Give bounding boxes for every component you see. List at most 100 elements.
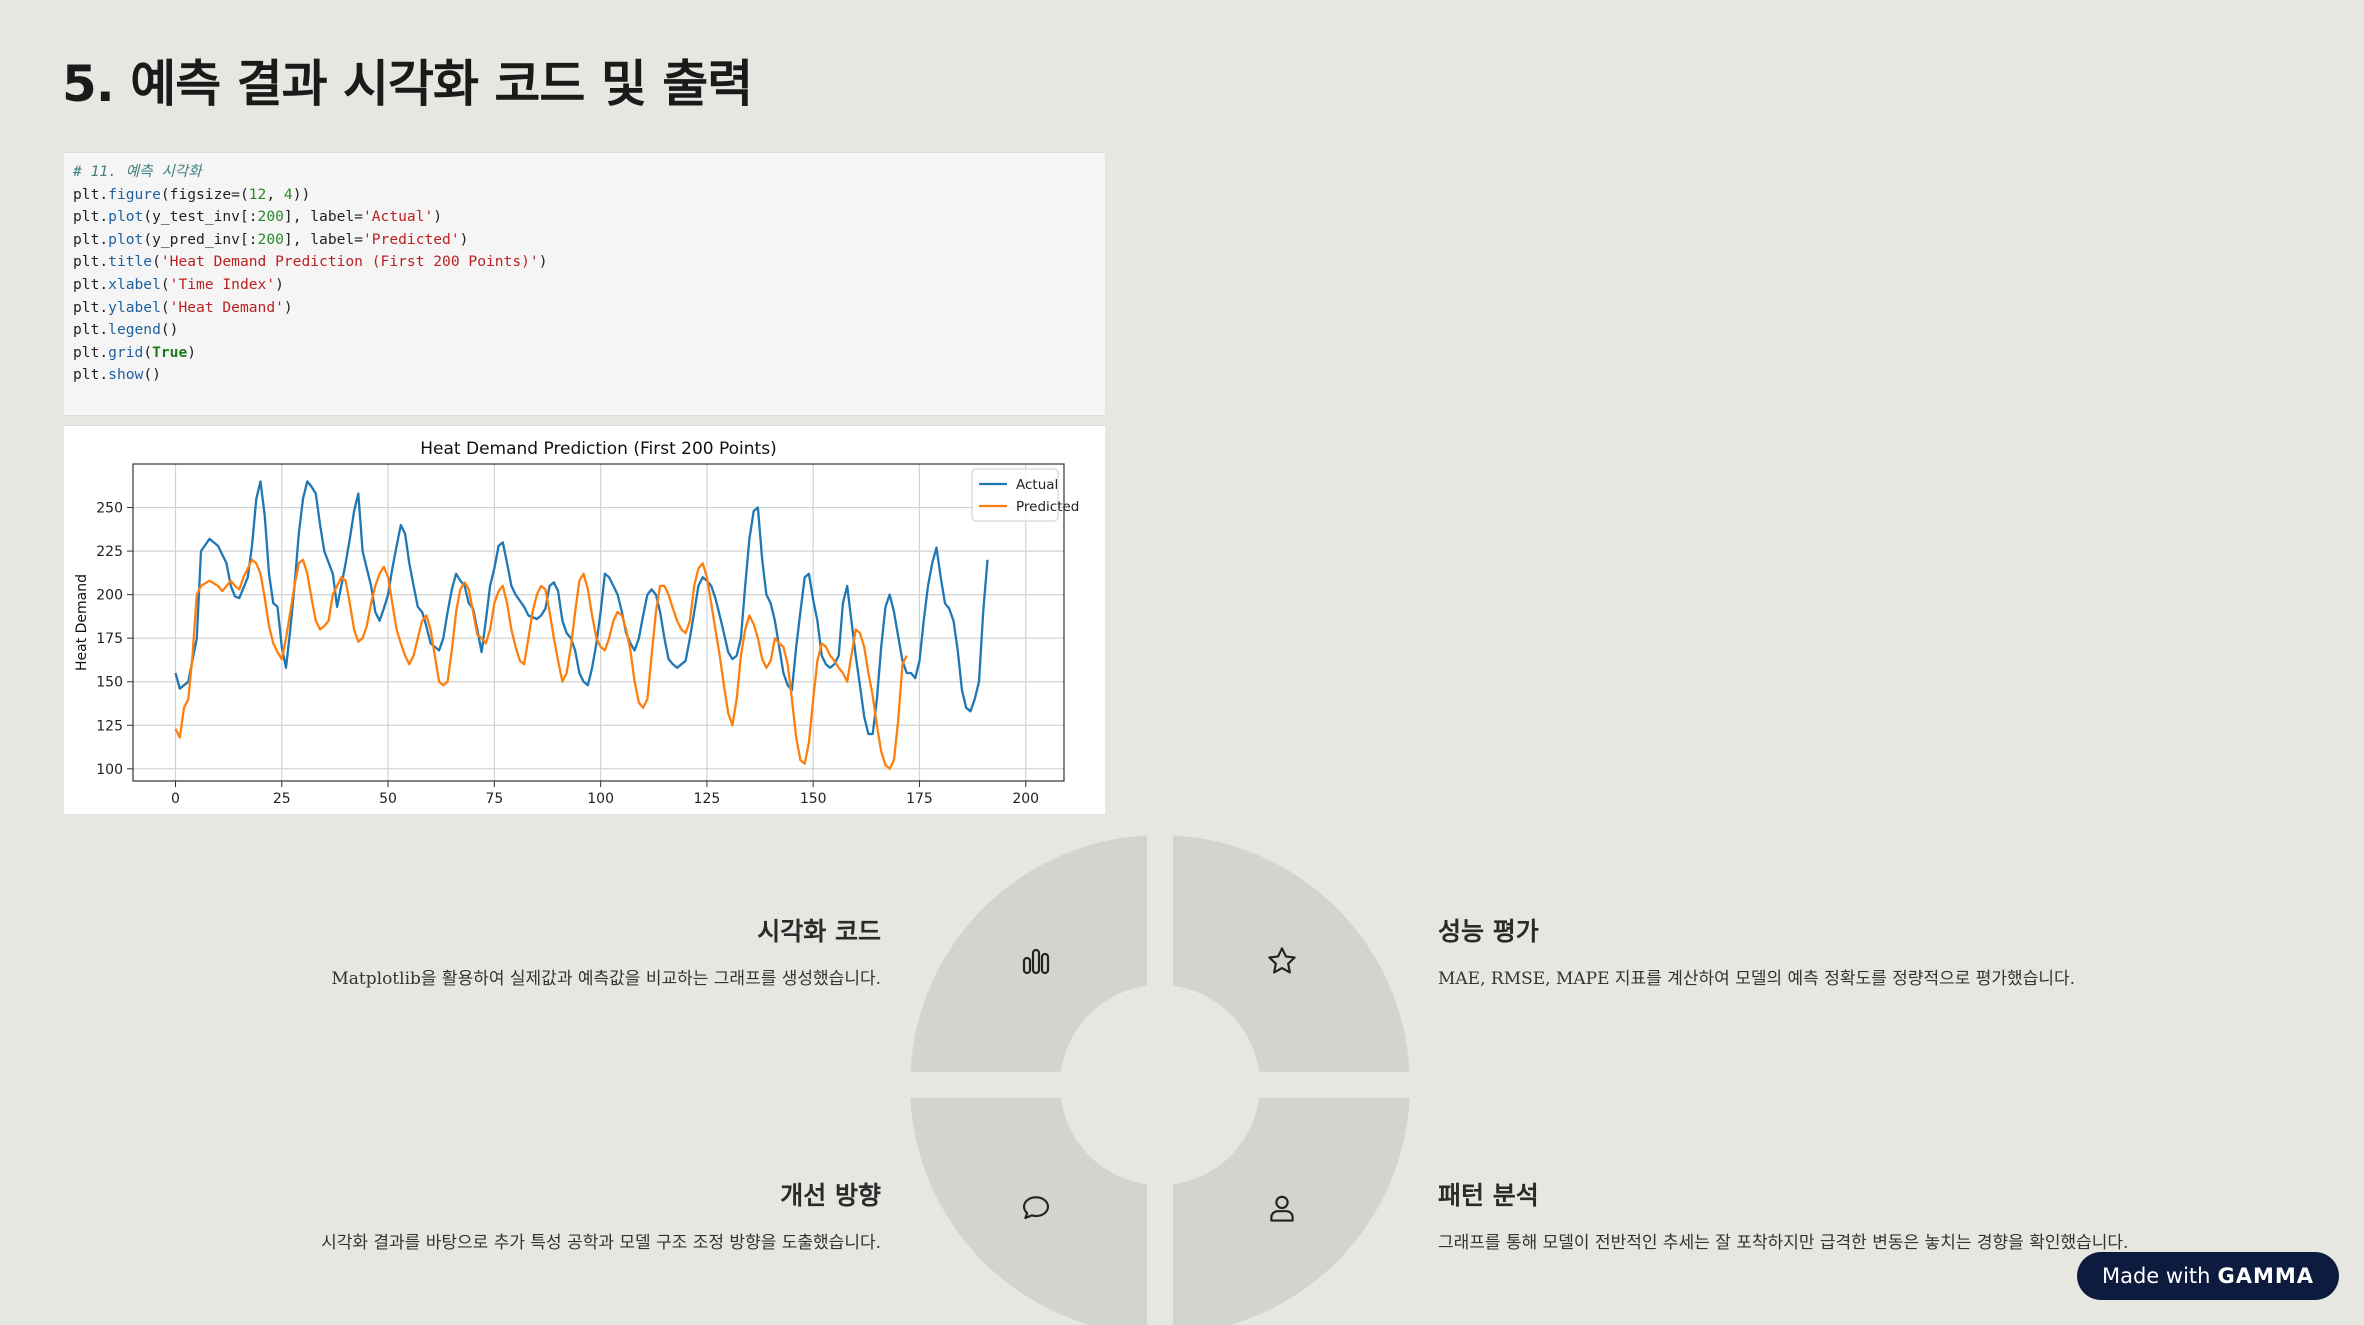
x-tick-label: 100 <box>587 791 614 807</box>
code-token: )) <box>292 185 311 203</box>
page-title: 5. 예측 결과 시각화 코드 및 출력 <box>62 55 753 113</box>
code-token: plot <box>108 230 144 248</box>
code-token: ( <box>160 298 170 316</box>
star-icon <box>1268 947 1296 974</box>
x-tick-label: 50 <box>379 791 397 807</box>
x-tick-label: 175 <box>906 791 933 807</box>
y-tick-label: 125 <box>96 718 123 734</box>
code-line: plt.xlabel('Time Index') <box>73 276 284 293</box>
code-token: show <box>108 366 144 384</box>
code-line: plt.grid(True) <box>73 344 196 361</box>
chart-title: Heat Demand Prediction (First 200 Points… <box>420 439 776 459</box>
code-token: () <box>160 321 179 339</box>
feature-wheel <box>910 835 1410 1325</box>
code-token: ) <box>538 253 548 271</box>
feature-title-evaluation: 성능 평가 <box>1438 917 1539 946</box>
gamma-logo-text: GAMMA <box>2217 1264 2314 1288</box>
code-token: 12 <box>248 185 267 203</box>
x-tick-label: 150 <box>800 791 827 807</box>
code-token: , <box>266 185 284 203</box>
feature-desc-pattern: 그래프를 통해 모델이 전반적인 추세는 잘 포착하지만 급격한 변동은 놓치는… <box>1438 1233 2129 1253</box>
code-token: ( <box>143 343 153 361</box>
code-token: plt. <box>73 208 109 226</box>
code-token: grid <box>108 343 144 361</box>
feature-title-improvement: 개선 방향 <box>780 1181 881 1210</box>
code-token: ], label= <box>283 208 363 226</box>
code-token: plt. <box>73 230 109 248</box>
code-token: figure <box>108 185 161 203</box>
code-line: plt.plot(y_test_inv[:200], label='Actual… <box>73 208 442 225</box>
y-tick-label: 150 <box>96 675 123 691</box>
feature-desc-evaluation: MAE, RMSE, MAPE 지표를 계산하여 모델의 예측 정확도를 정량적… <box>1438 969 2076 989</box>
y-tick-label: 225 <box>96 544 123 560</box>
y-tick-label: 200 <box>96 588 123 604</box>
code-token: 200 <box>257 208 284 226</box>
badge-prefix: Made with <box>2101 1264 2211 1288</box>
code-token: ) <box>459 230 469 248</box>
line-chart: 0 25 50 75 100 125 150 175 200 100 125 150 175 200 225… <box>64 426 1105 814</box>
x-tick-label: 200 <box>1012 791 1039 807</box>
code-token: 'Heat Demand' <box>169 298 284 316</box>
x-tick-label: 75 <box>485 791 503 807</box>
code-line: plt.figure(figsize=(12, 4)) <box>73 186 310 203</box>
x-tick-label: 125 <box>694 791 721 807</box>
code-line: plt.ylabel('Heat Demand') <box>73 299 293 316</box>
code-token: title <box>108 253 153 271</box>
code-line: plt.show() <box>73 366 161 383</box>
chat-bubble-icon <box>1022 1196 1050 1220</box>
code-token: xlabel <box>108 275 161 293</box>
feature-desc-improvement: 시각화 결과를 바탕으로 추가 특성 공학과 모델 구조 조정 방향을 도출했습… <box>321 1233 881 1253</box>
code-token: plt. <box>73 253 109 271</box>
chart-background <box>64 426 1105 814</box>
code-token: ) <box>275 275 284 293</box>
y-axis-label: Heat Demand <box>74 574 90 671</box>
code-line: plt.plot(y_pred_inv[:200], label='Predic… <box>73 231 468 248</box>
code-token: plot <box>108 208 144 226</box>
feature-title-pattern: 패턴 분석 <box>1438 1181 1539 1210</box>
code-token: (figsize=( <box>160 185 249 203</box>
x-tick-label: 25 <box>273 791 291 807</box>
legend-label: Predicted <box>1016 499 1079 515</box>
code-line: plt.title('Heat Demand Prediction (First… <box>73 253 548 270</box>
code-token: (y_test_inv[: <box>143 208 258 226</box>
code-token: 'Predicted' <box>362 230 460 248</box>
y-tick-label: 250 <box>96 501 123 517</box>
code-token: plt. <box>73 185 109 203</box>
code-token: ( <box>160 275 170 293</box>
wheel-ring <box>910 835 1410 1325</box>
code-token: 'Heat Demand Prediction (First 200 Point… <box>160 253 539 271</box>
code-token: ) <box>187 343 197 361</box>
y-tick-label: 175 <box>96 631 123 647</box>
made-with-gamma-badge[interactable]: Made with GAMMA <box>2077 1252 2339 1300</box>
code-token: plt. <box>73 321 109 339</box>
code-token: True <box>152 343 188 361</box>
code-token: ( <box>152 253 161 271</box>
code-token: 200 <box>257 230 284 248</box>
code-comment: # 11. 예측 시각화 <box>73 163 202 180</box>
bar-chart-icon <box>1022 948 1050 975</box>
code-token: ylabel <box>108 298 161 316</box>
code-token: 'Actual' <box>362 208 434 226</box>
code-cell: # 11. 예측 시각화 plt.figure(figsize=(12, 4))… <box>64 152 1105 416</box>
code-token: ], label= <box>283 230 363 248</box>
code-token: ) <box>283 298 293 316</box>
code-token: legend <box>108 321 161 339</box>
code-token: ) <box>433 208 443 226</box>
code-token: plt. <box>73 298 109 316</box>
code-line: plt.legend() <box>73 321 178 338</box>
code-token: plt. <box>73 366 109 384</box>
feature-desc-visualization: Matplotlib을 활용하여 실제값과 예측값을 비교하는 그래프를 생성했… <box>331 969 881 989</box>
x-tick-label: 0 <box>171 791 180 807</box>
code-token: 4 <box>283 185 293 203</box>
chart-panel: 0 25 50 75 100 125 150 175 200 100 125 150 175 200 225… <box>64 425 1105 814</box>
person-icon <box>1270 1195 1294 1222</box>
feature-title-visualization: 시각화 코드 <box>757 917 881 946</box>
legend-label: Actual <box>1016 477 1058 493</box>
y-tick-label: 100 <box>96 762 123 778</box>
code-block: # 11. 예측 시각화 plt.figure(figsize=(12, 4))… <box>64 153 1105 387</box>
code-token: (y_pred_inv[: <box>143 230 258 248</box>
code-token: plt. <box>73 343 109 361</box>
code-token: () <box>143 366 161 384</box>
code-token: plt. <box>73 275 109 293</box>
code-token: 'Time Index' <box>169 275 276 293</box>
